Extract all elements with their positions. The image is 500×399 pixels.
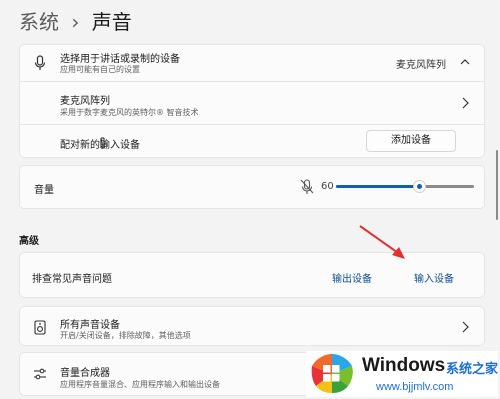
- output-devices-link[interactable]: 输出设备: [332, 270, 372, 285]
- chevron-right-icon: [460, 96, 470, 110]
- watermark-brand: Windows: [362, 355, 446, 376]
- watermark-url: www.bjjmlv.com: [376, 381, 454, 393]
- breadcrumb: 系统 › 声音: [19, 8, 132, 36]
- speaker-icon: [34, 320, 46, 335]
- add-device-button[interactable]: 添加设备: [366, 130, 456, 152]
- troubleshoot-label: 排查常见声音问题: [32, 274, 112, 285]
- chevron-up-icon[interactable]: [460, 58, 470, 66]
- page-title: 声音: [91, 10, 132, 34]
- volume-card: 音量 60: [19, 165, 485, 209]
- all-sound-devices-title: 所有声音设备: [60, 320, 120, 331]
- input-devices-link[interactable]: 输入设备: [414, 270, 454, 285]
- volume-mixer-title: 音量合成器: [60, 368, 110, 379]
- mic-device-description: 采用于数字麦克风的英特尔® 智音技术: [60, 108, 199, 117]
- mic-device-row[interactable]: 麦克风阵列 采用于数字麦克风的英特尔® 智音技术: [20, 82, 484, 125]
- microphone-muted-icon[interactable]: [300, 179, 314, 195]
- input-select-title: 选择用于讲话或录制的设备: [60, 54, 180, 65]
- breadcrumb-parent[interactable]: 系统: [19, 10, 59, 34]
- mouse-cursor-icon: [100, 137, 108, 151]
- scrollbar[interactable]: [496, 150, 498, 220]
- volume-slider-thumb[interactable]: [413, 180, 426, 193]
- input-select-subtitle: 应用可能有自己的设置: [60, 65, 140, 74]
- pair-new-device-row: 配对新的输入设备 添加设备: [20, 125, 484, 157]
- advanced-heading: 高级: [19, 236, 39, 247]
- volume-value: 60: [321, 181, 334, 192]
- mic-device-name: 麦克风阵列: [60, 96, 110, 107]
- input-device-select-row[interactable]: 选择用于讲话或录制的设备 应用可能有自己的设置 麦克风阵列: [20, 45, 484, 82]
- all-sound-devices-subtitle: 开启/关闭设备，排除故障，其他选项: [60, 331, 191, 340]
- input-select-value[interactable]: 麦克风阵列: [396, 56, 446, 71]
- input-device-group: 选择用于讲话或录制的设备 应用可能有自己的设置 麦克风阵列 麦克风阵列 采用于数…: [19, 44, 485, 158]
- volume-mixer-subtitle: 应用程序音量混合、应用程序输入和输出设备: [60, 380, 220, 389]
- watermark-cn: 系统之家: [446, 362, 499, 377]
- troubleshoot-card: 排查常见声音问题 输出设备 输入设备: [19, 252, 485, 298]
- all-sound-devices-row[interactable]: 所有声音设备 开启/关闭设备，排除故障，其他选项: [19, 306, 485, 346]
- chevron-right-icon: [460, 320, 470, 334]
- breadcrumb-separator: ›: [71, 10, 80, 34]
- microphone-icon: [34, 55, 46, 71]
- volume-slider-fill: [336, 185, 419, 188]
- volume-label: 音量: [34, 185, 54, 196]
- watermark: Windows 系统之家 www.bjjmlv.com: [306, 351, 498, 397]
- annotation-arrow-icon: [359, 225, 405, 259]
- mixer-icon: [33, 367, 47, 381]
- windows-logo-icon: [310, 353, 354, 395]
